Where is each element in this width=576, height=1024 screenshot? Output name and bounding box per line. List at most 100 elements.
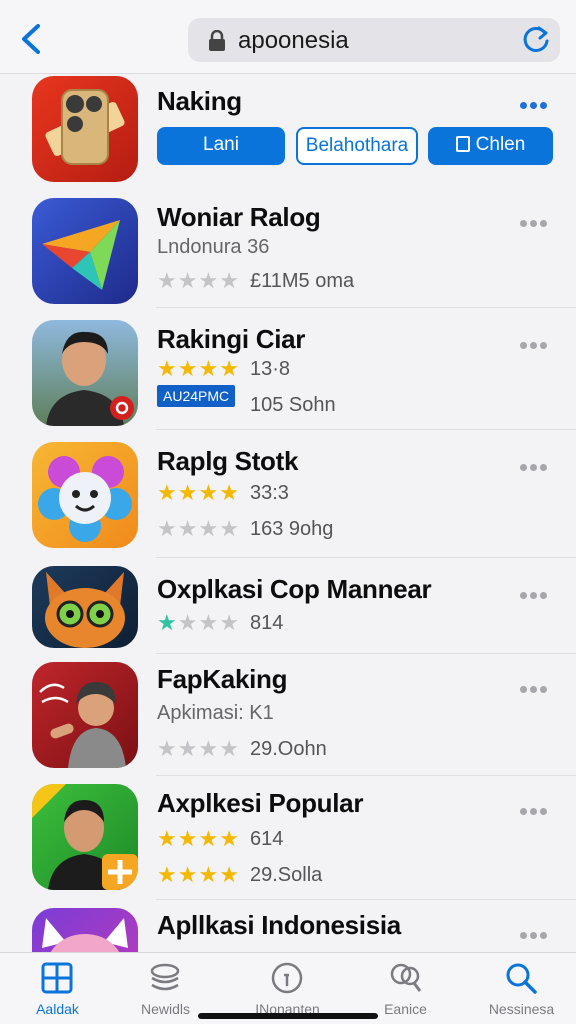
app-subtitle: Apkimasi: K1 <box>157 702 274 724</box>
person-plus-icon <box>32 784 138 890</box>
rating-metric: 13·8 <box>250 358 291 380</box>
chlen-button[interactable]: Chlen <box>428 127 553 165</box>
app-icon-fapkaking[interactable] <box>32 662 138 768</box>
search-icon <box>506 963 537 994</box>
lani-button[interactable]: Lani <box>157 127 285 165</box>
app-row[interactable]: FapKaking Apkimasi: K1 ★★★★ 29.Oohn <box>0 654 576 776</box>
app-icon-axplkesi[interactable] <box>32 784 138 890</box>
star-icon: ★ <box>219 862 240 887</box>
star-icon: ★ <box>198 610 220 635</box>
app-icon-woniar[interactable] <box>32 198 138 304</box>
more-options-icon[interactable] <box>520 458 550 471</box>
cat-character-icon <box>42 918 128 952</box>
colorful-star-icon <box>42 220 120 290</box>
star-icon: ★ <box>198 516 220 541</box>
star-icon: ★ <box>198 268 220 293</box>
fox-glasses-icon <box>45 572 125 648</box>
more-options-icon[interactable] <box>520 214 550 227</box>
app-title: Apllkasi Indonesisia <box>157 910 401 940</box>
star-icon: ★ <box>198 826 220 851</box>
app-list: Naking Lani Belahothara Chlen Woniar Ral… <box>0 74 576 952</box>
star-icon: ★ <box>177 610 199 635</box>
flower-character-icon <box>38 456 132 542</box>
star-icon: ★ <box>157 862 178 887</box>
app-subtitle: Lndonura 36 <box>157 236 270 258</box>
secondary-rating-stars: ★★★★ <box>157 862 240 887</box>
star-icon: ★ <box>219 356 240 381</box>
star-icon: ★ <box>198 480 220 505</box>
star-icon: ★ <box>177 736 199 761</box>
more-options-icon[interactable] <box>520 96 550 109</box>
app-icon-oxplkasi[interactable] <box>32 566 138 648</box>
character-hoodie-icon <box>39 682 126 768</box>
app-title: FapKaking <box>157 664 288 694</box>
info-circle-icon <box>271 962 303 994</box>
star-icon: ★ <box>198 356 220 381</box>
tab-nessinesa[interactable]: Nessinesa <box>464 953 576 1024</box>
app-title: Rakingi Ciar <box>157 324 306 354</box>
star-icon: ★ <box>157 516 178 541</box>
more-options-icon[interactable] <box>520 680 550 693</box>
phone-gift-icon <box>45 89 125 165</box>
stack-icon <box>150 963 180 991</box>
home-indicator <box>198 1013 378 1019</box>
secondary-rating-stars: ★★★★ <box>157 736 240 761</box>
app-row[interactable]: Woniar Ralog Lndonura 36 ★★★★ £11M5 oma <box>0 186 576 308</box>
star-icon: ★ <box>157 736 178 761</box>
belahothara-button[interactable]: Belahothara <box>296 127 418 165</box>
url-text: apoonesia <box>238 27 349 54</box>
star-icon: ★ <box>157 826 178 851</box>
secondary-rating-stars: ★★★★ <box>157 516 240 541</box>
app-icon-rakingi[interactable] <box>32 320 138 426</box>
rating-metric: 33:3 <box>250 482 289 504</box>
more-options-icon[interactable] <box>520 586 550 599</box>
app-title: Oxplkasi Cop Mannear <box>157 574 432 604</box>
reload-icon[interactable] <box>520 24 552 56</box>
people-search-icon <box>390 963 422 992</box>
star-icon: ★ <box>177 480 199 505</box>
star-icon: ★ <box>219 268 240 293</box>
more-options-icon[interactable] <box>520 926 550 939</box>
lock-icon <box>209 30 225 51</box>
address-bar[interactable]: apoonesia <box>188 18 560 62</box>
app-row[interactable]: Raplg Stotk ★★★★ 33:3 ★★★★ 163 9ohg <box>0 430 576 558</box>
document-icon <box>455 136 470 152</box>
app-row[interactable]: Rakingi Ciar ★★★★ 13·8 AU24PMC 105 Sohn <box>0 308 576 430</box>
app-title: Naking <box>157 86 242 116</box>
star-icon: ★ <box>157 268 178 293</box>
grid-icon <box>41 962 73 994</box>
app-icon-apllkasi[interactable] <box>32 908 138 952</box>
app-row[interactable]: Oxplkasi Cop Mannear ★★★★ 814 <box>0 558 576 654</box>
top-bar: apoonesia <box>0 0 576 74</box>
star-icon: ★ <box>177 862 199 887</box>
star-icon: ★ <box>219 826 240 851</box>
more-options-icon[interactable] <box>520 336 550 349</box>
person-avatar-icon <box>46 331 134 426</box>
app-icon-raplg[interactable] <box>32 442 138 548</box>
app-row[interactable]: Naking Lani Belahothara Chlen <box>0 74 576 186</box>
rating-metric: 814 <box>250 612 284 634</box>
star-icon: ★ <box>177 268 199 293</box>
rating-stars: ★★★★ <box>157 268 240 293</box>
star-icon: ★ <box>177 516 199 541</box>
rating-stars: ★★★★ <box>157 610 240 635</box>
tab-aaldak[interactable]: Aaldak <box>0 953 115 1024</box>
star-icon: ★ <box>198 736 220 761</box>
secondary-metric: 29.Solla <box>250 864 323 886</box>
star-icon: ★ <box>177 826 199 851</box>
star-icon: ★ <box>157 480 178 505</box>
secondary-metric: 163 9ohg <box>250 518 334 540</box>
app-row[interactable]: Axplkesi Popular ★★★★ 614 ★★★★ 29.Solla <box>0 776 576 900</box>
star-icon: ★ <box>219 610 240 635</box>
app-title: Woniar Ralog <box>157 202 321 232</box>
rating-stars: ★★★★ <box>157 356 240 381</box>
star-icon: ★ <box>219 736 240 761</box>
app-icon-naking[interactable] <box>32 76 138 182</box>
star-icon: ★ <box>157 356 178 381</box>
tab-label: Aaldak <box>36 1001 79 1017</box>
star-icon: ★ <box>198 862 220 887</box>
secondary-metric: 29.Oohn <box>250 738 327 760</box>
more-options-icon[interactable] <box>520 802 550 815</box>
app-row[interactable]: Apllkasi Indonesisia <box>0 900 576 952</box>
back-chevron-icon[interactable] <box>18 22 44 56</box>
